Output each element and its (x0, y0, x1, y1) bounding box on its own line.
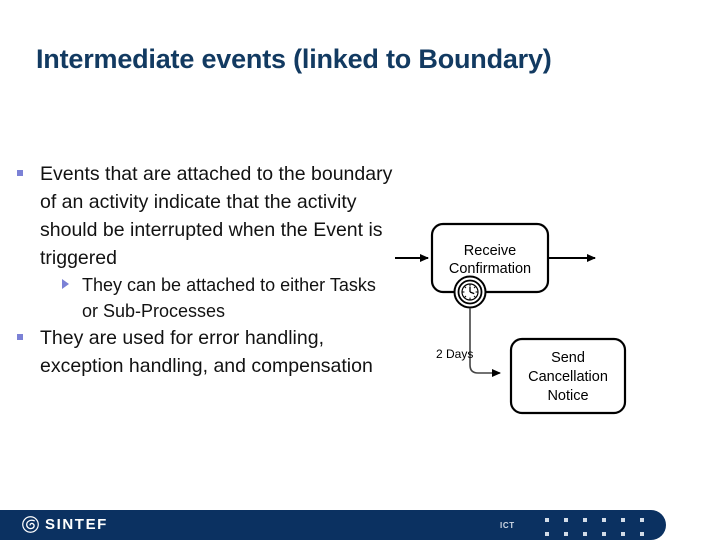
square-bullet-icon (17, 170, 23, 176)
bullet-list: Events that are attached to the boundary… (14, 160, 394, 380)
square-bullet-icon (17, 334, 23, 340)
dot (564, 518, 568, 522)
dot (564, 532, 568, 536)
sintef-logo: SINTEF (22, 516, 108, 533)
bpmn-diagram: Receive Confirmation 2 Days Send Cancell… (390, 205, 650, 430)
slide-canvas: Intermediate events (linked to Boundary)… (0, 0, 720, 540)
list-item: They are used for error handling, except… (14, 324, 394, 380)
list-item: Events that are attached to the boundary… (14, 160, 394, 272)
dot (545, 518, 549, 522)
dot (640, 532, 644, 536)
timer-exception-flow: 2 Days (436, 308, 501, 377)
dot (621, 518, 625, 522)
footer-unit-label: ICT (500, 521, 515, 530)
list-item-label: Events that are attached to the boundary… (40, 163, 393, 269)
sintef-swirl-icon (22, 516, 39, 533)
task-receive-confirmation: Receive Confirmation (430, 222, 550, 294)
task-send-cancellation-notice: Send Cancellation Notice (509, 337, 627, 415)
footer-dot-pattern (545, 518, 659, 546)
flow-label: 2 Days (436, 347, 473, 361)
task-label-line: Cancellation (528, 369, 608, 385)
list-item-label: They can be attached to either Tasks or … (82, 275, 376, 321)
dot (583, 532, 587, 536)
task-label-line: Send (551, 350, 585, 366)
task-label-line: Confirmation (449, 261, 531, 277)
dot (545, 532, 549, 536)
dot (602, 532, 606, 536)
page-title: Intermediate events (linked to Boundary) (36, 44, 552, 74)
dot (621, 532, 625, 536)
list-item-label: They are used for error handling, except… (40, 327, 373, 377)
task-label-line: Notice (547, 388, 588, 404)
timer-boundary-event (453, 275, 487, 309)
dot (640, 518, 644, 522)
footer-bar: SINTEF ICT (0, 510, 666, 540)
clock-icon (461, 283, 479, 301)
dot (583, 518, 587, 522)
dot (602, 518, 606, 522)
triangle-bullet-icon (62, 279, 69, 289)
sintef-logo-text: SINTEF (45, 516, 108, 533)
task-label-line: Receive (464, 243, 516, 259)
list-item: They can be attached to either Tasks or … (48, 272, 394, 324)
